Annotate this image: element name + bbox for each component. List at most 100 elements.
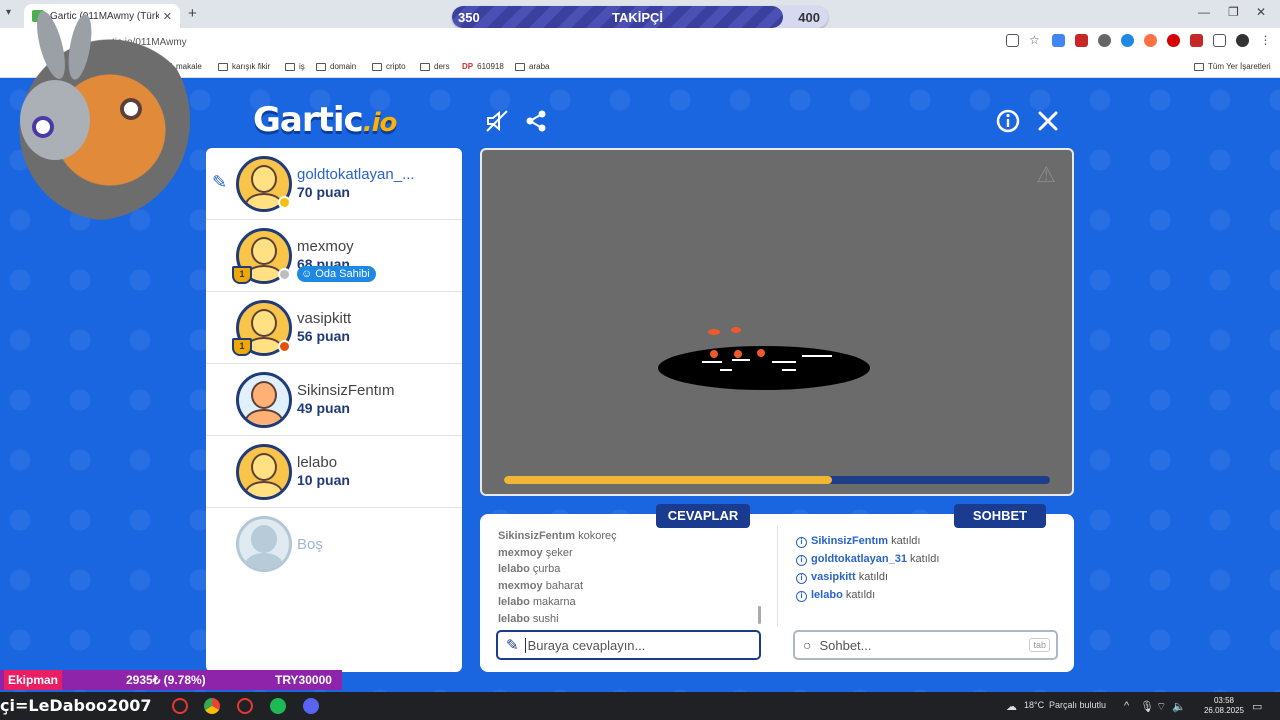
close-window-icon[interactable]: ✕	[1256, 5, 1266, 19]
bookmark-item[interactable]: araba	[515, 62, 549, 71]
follower-goal: 400	[798, 10, 820, 25]
answer-input[interactable]: ✎ Buraya cevaplayın...	[496, 630, 761, 660]
answer-user: lelabo	[498, 612, 530, 625]
answer-text: çurba	[532, 563, 561, 576]
answer-text: kokoreç	[578, 530, 617, 542]
player-row[interactable]: 1 vasipkitt 56 puan	[206, 292, 462, 364]
answer-item: lelabo makarna	[498, 594, 768, 611]
pdf-ext-icon[interactable]	[1075, 34, 1088, 47]
ticker-name: Ekipman	[4, 670, 63, 690]
tab-answers[interactable]: CEVAPLAR	[656, 504, 750, 528]
stroke-shape	[710, 350, 718, 358]
owner-badge-label: Oda Sahibi	[315, 268, 370, 280]
notification-icon[interactable]: ▭	[1252, 700, 1262, 713]
answer-item: mexmoy şeker	[498, 545, 768, 562]
player-row[interactable]: SikinsizFentım 49 puan	[206, 364, 462, 436]
minimize-icon[interactable]: —	[1198, 5, 1210, 19]
bookmark-item[interactable]: karışık fikir	[218, 62, 270, 71]
player-row[interactable]: ✎ goldtokatlayan_... 70 puan	[206, 148, 462, 220]
drawing-canvas[interactable]: ⚠	[480, 148, 1074, 496]
color-ext-icon[interactable]	[1144, 34, 1157, 47]
answer-item: lelabo sushi	[498, 611, 768, 628]
answer-text: şeker	[545, 546, 573, 559]
tab-list-chevron-icon[interactable]: ▾	[6, 7, 11, 18]
all-bookmarks-label: Tüm Yer İşaretleri	[1208, 62, 1271, 71]
folder-icon	[420, 62, 430, 71]
vpn-ext-icon[interactable]	[1121, 34, 1134, 47]
system-clock[interactable]: 03:58 26.08.2025	[1204, 696, 1244, 716]
bookmark-label: karışık fikir	[232, 62, 271, 71]
follower-title: TAKİPÇİ	[612, 10, 664, 25]
bookmark-item[interactable]: iş	[285, 62, 305, 71]
close-tab-icon[interactable]: ✕	[163, 10, 172, 23]
wifi-icon[interactable]: ⌔	[1156, 700, 1166, 714]
player-row[interactable]: 1 mexmoy 68 puan ☺ Oda Sahibi	[206, 220, 462, 292]
answer-item: SikinsizFentım kokoreç	[498, 528, 768, 545]
close-icon[interactable]	[1035, 108, 1061, 134]
chat-list: i SikinsizFentım katıldı i goldtokatlayan_…	[796, 532, 939, 604]
player-row[interactable]: lelabo 10 puan	[206, 436, 462, 508]
status-dot	[278, 340, 291, 353]
fox-eye-shape	[120, 98, 142, 120]
share-icon[interactable]	[523, 108, 549, 134]
info-icon[interactable]	[995, 108, 1021, 134]
translate-ext-icon[interactable]	[1052, 34, 1065, 47]
new-tab-icon[interactable]: +	[188, 5, 197, 22]
mascot-overlay-image	[0, 8, 190, 220]
ticker-total: TRY30000	[275, 673, 332, 687]
status-dot	[278, 196, 291, 209]
red-ext-icon[interactable]	[1190, 34, 1203, 47]
chat-text: katıldı	[845, 589, 876, 601]
answer-user: SikinsizFentım	[498, 530, 576, 542]
tab-chat[interactable]: SOHBET	[954, 504, 1046, 528]
folder-icon	[515, 62, 525, 71]
chat-text: katıldı	[910, 553, 940, 565]
chat-input[interactable]: ○ Sohbet... tab	[793, 630, 1058, 660]
chrome-icon[interactable]	[204, 698, 220, 714]
dp-icon: DP	[462, 62, 474, 71]
profile-avatar-icon[interactable]	[1236, 34, 1249, 47]
chat-item: i SikinsizFentım katıldı	[796, 532, 939, 550]
bookmark-item[interactable]: ders	[420, 62, 450, 71]
logo-io-text: .io	[362, 108, 398, 138]
bookmark-label: araba	[529, 62, 550, 71]
restore-icon[interactable]: ❐	[1228, 5, 1239, 19]
spotify-icon[interactable]	[270, 698, 286, 714]
answer-text: sushi	[532, 612, 559, 625]
player-name: vasipkitt	[297, 310, 352, 327]
bookmark-star-icon[interactable]: ☆	[1029, 34, 1042, 47]
status-dot	[278, 268, 291, 281]
trophy-icon: 1	[232, 338, 252, 356]
puzzle-icon[interactable]	[1213, 34, 1226, 47]
discord-icon[interactable]	[303, 698, 319, 714]
bookmark-item[interactable]: domain	[316, 62, 356, 71]
weather-desc: Parçalı bulutlu	[1049, 700, 1107, 710]
extension-icon[interactable]	[1098, 34, 1111, 47]
obs-icon[interactable]	[237, 698, 253, 714]
follower-goal-bar: 350 TAKİPÇİ 400	[452, 6, 828, 28]
mic-icon[interactable]: 🎙	[1140, 700, 1154, 713]
mute-icon[interactable]	[484, 108, 510, 134]
answers-scrollbar[interactable]	[758, 606, 761, 624]
empty-avatar	[236, 516, 292, 572]
bookmark-item[interactable]: DP 610918	[462, 62, 504, 71]
all-bookmarks[interactable]: Tüm Yer İşaretleri	[1194, 62, 1271, 71]
drawing-pencil-icon: ✎	[212, 172, 228, 192]
answer-text: makarna	[532, 596, 576, 609]
menu-kebab-icon[interactable]: ⋮	[1259, 34, 1272, 47]
answer-user: lelabo	[498, 596, 530, 609]
ticker-change: 2935₺ (9.78%)	[126, 673, 206, 687]
stroke-shape	[708, 329, 720, 335]
bookmark-label: makale	[176, 62, 202, 71]
opera-icon[interactable]	[172, 698, 188, 714]
folder-icon	[1194, 62, 1204, 71]
weather-icon[interactable]: ☁	[1006, 700, 1017, 713]
tray-chevron-icon[interactable]: ^	[1124, 700, 1129, 712]
os-taskbar: çi=LeDaboo2007 ☁ 18°C Parçalı bulutlu ^ …	[0, 692, 1280, 720]
opera-ext-icon[interactable]	[1167, 34, 1180, 47]
folder-icon	[372, 62, 382, 71]
install-app-icon[interactable]	[1006, 34, 1019, 47]
volume-icon[interactable]: 🔈	[1172, 700, 1186, 713]
bookmark-item[interactable]: cripto	[372, 62, 406, 71]
player-name: lelabo	[297, 454, 338, 471]
